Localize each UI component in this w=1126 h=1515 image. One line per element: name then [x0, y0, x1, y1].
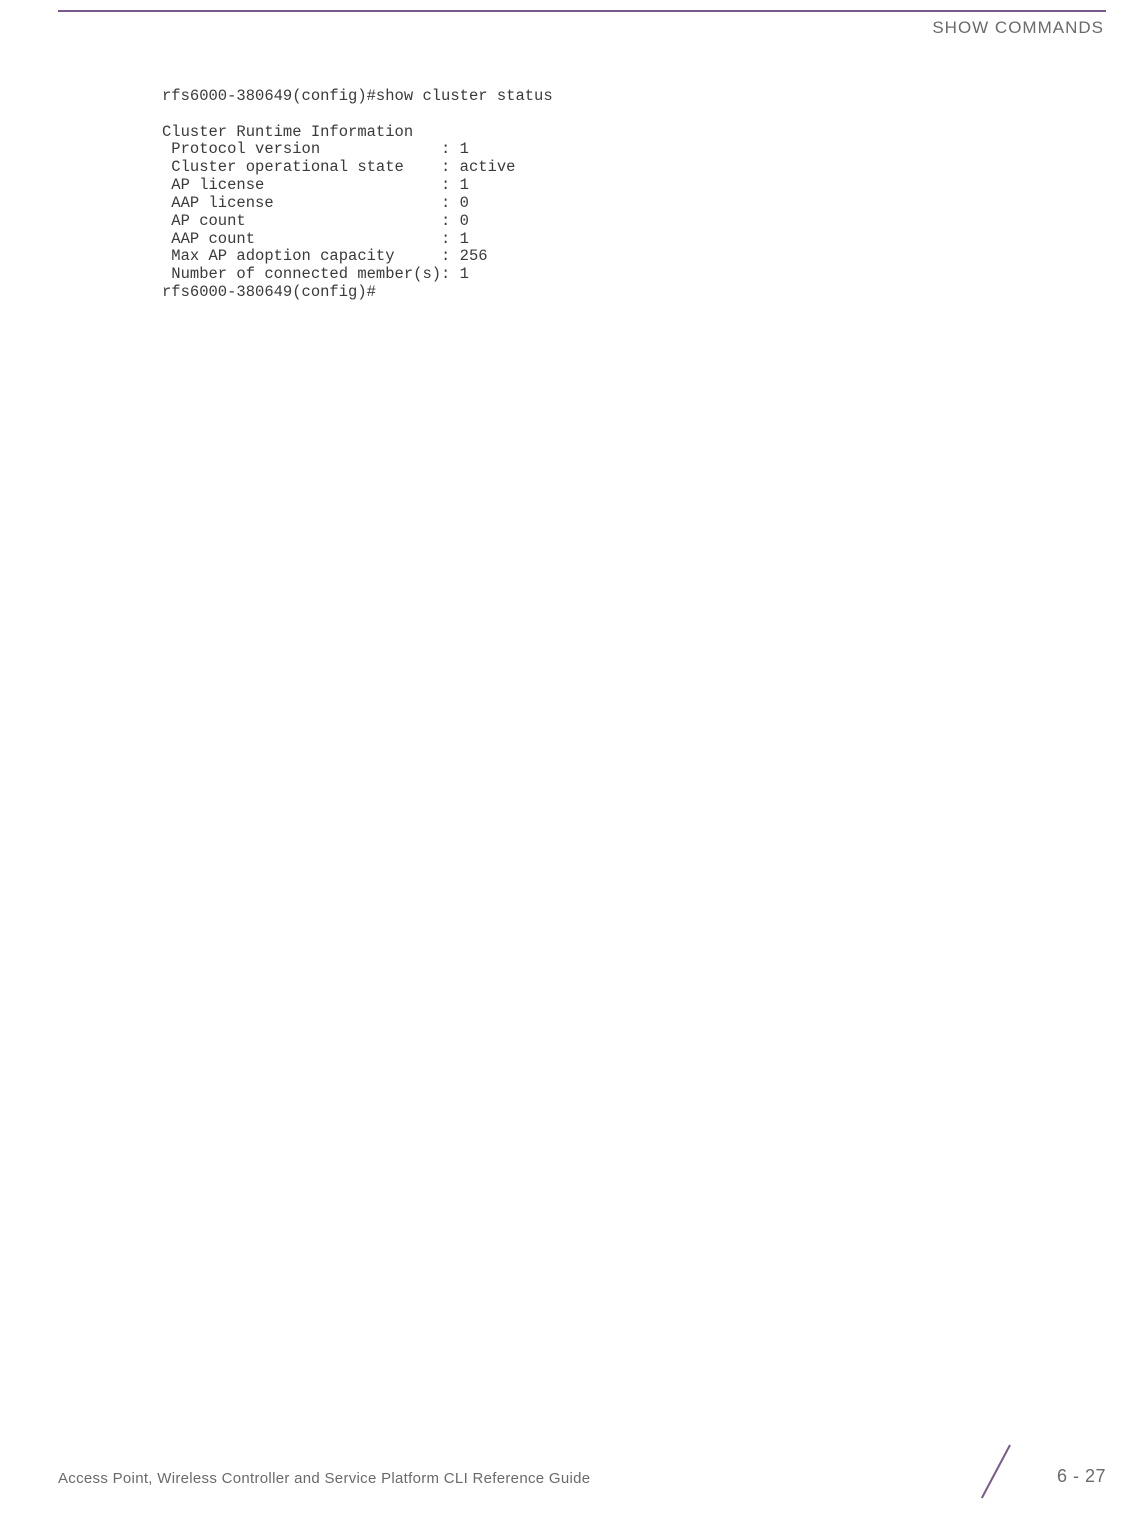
cli-row-label: Number of connected member(s) — [162, 265, 441, 283]
header-divider — [58, 10, 1106, 12]
section-header: SHOW COMMANDS — [932, 18, 1104, 38]
footer-slash-decoration — [984, 1445, 1034, 1495]
cli-row-value: 1 — [460, 230, 469, 248]
footer-doc-title: Access Point, Wireless Controller and Se… — [58, 1470, 590, 1487]
cli-row-label: Cluster operational state — [162, 158, 441, 176]
cli-row-value: 0 — [460, 194, 469, 212]
cli-prompt-command: rfs6000-380649(config)#show cluster stat… — [162, 87, 553, 105]
cli-row-value: 0 — [460, 212, 469, 230]
cli-row-label: Max AP adoption capacity — [162, 247, 441, 265]
cli-prompt: rfs6000-380649(config)# — [162, 283, 376, 301]
cli-output: rfs6000-380649(config)#show cluster stat… — [162, 88, 553, 302]
cli-heading: Cluster Runtime Information — [162, 123, 413, 141]
cli-row-value: 1 — [460, 265, 469, 283]
cli-row-label: AAP count — [162, 230, 441, 248]
cli-row-value: 256 — [460, 247, 488, 265]
cli-row-value: 1 — [460, 140, 469, 158]
cli-row-label: Protocol version — [162, 140, 441, 158]
page-footer: Access Point, Wireless Controller and Se… — [58, 1457, 1106, 1487]
cli-row-label: AAP license — [162, 194, 441, 212]
cli-row-value: active — [460, 158, 516, 176]
cli-row-label: AP license — [162, 176, 441, 194]
cli-row-value: 1 — [460, 176, 469, 194]
footer-page-number: 6 - 27 — [1057, 1466, 1106, 1487]
cli-row-label: AP count — [162, 212, 441, 230]
